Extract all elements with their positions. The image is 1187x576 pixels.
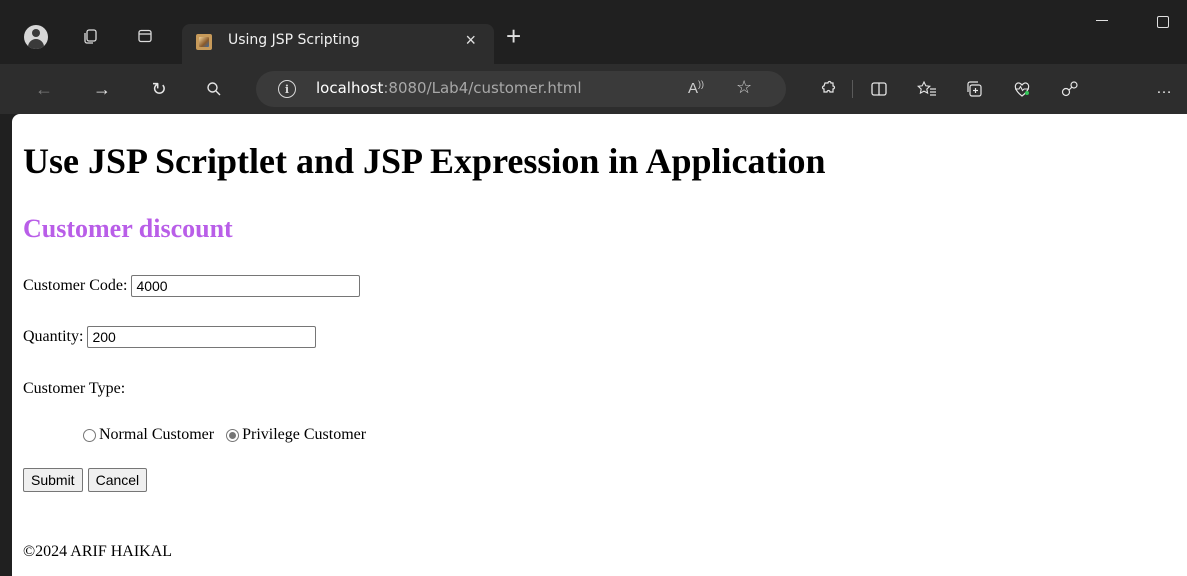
window-maximize-button[interactable] [1157, 16, 1169, 28]
new-tab-button[interactable]: + [506, 22, 521, 50]
page-content: Use JSP Scriptlet and JSP Expression in … [12, 114, 1187, 576]
favorite-star-icon[interactable]: ☆ [736, 77, 752, 98]
collections-icon[interactable] [960, 75, 988, 103]
profile-avatar-icon[interactable] [24, 25, 48, 49]
copilot-icon[interactable] [1056, 75, 1084, 103]
quantity-row: Quantity: [23, 326, 317, 348]
form-buttons: Submit Cancel [23, 468, 152, 492]
favorites-icon[interactable] [913, 75, 941, 103]
quantity-input[interactable] [87, 326, 317, 348]
browser-toolbar: ← → ↻ i localhost:8080/Lab4/customer.htm… [0, 64, 1187, 114]
more-options-icon[interactable]: … [1150, 75, 1178, 103]
url-text[interactable]: localhost:8080/Lab4/customer.html [316, 79, 582, 97]
back-icon[interactable]: ← [30, 75, 58, 103]
tab-favicon-icon [196, 34, 212, 50]
customer-code-label: Customer Code: [23, 277, 128, 294]
address-bar[interactable]: i localhost:8080/Lab4/customer.html A)) … [256, 71, 786, 107]
page-title: Use JSP Scriptlet and JSP Expression in … [23, 141, 826, 181]
browser-titlebar: Using JSP Scripting × + [0, 0, 1187, 64]
extensions-icon[interactable] [814, 75, 842, 103]
tab-close-icon[interactable]: × [465, 30, 476, 51]
radio-normal-customer[interactable] [83, 428, 96, 442]
radio-privilege-customer-label[interactable]: Privilege Customer [242, 426, 366, 444]
tab-actions-icon[interactable] [131, 22, 159, 50]
cancel-button[interactable]: Cancel [87, 468, 148, 492]
forward-icon[interactable]: → [88, 75, 116, 103]
quantity-label: Quantity: [23, 328, 84, 345]
customer-type-label: Customer Type: [23, 380, 126, 397]
tab-title: Using JSP Scripting [228, 32, 360, 48]
read-aloud-icon[interactable]: A)) [688, 79, 704, 97]
split-screen-icon[interactable] [865, 75, 893, 103]
customer-type-radio-group: Normal Customer Privilege Customer [83, 426, 366, 444]
radio-privilege-customer[interactable] [226, 428, 240, 442]
footer-copyright: ©2024 ARIF HAIKAL [23, 543, 173, 560]
browser-essentials-icon[interactable] [1008, 75, 1036, 103]
window-minimize-button[interactable] [1096, 20, 1108, 21]
tab-active[interactable]: Using JSP Scripting × [182, 24, 494, 64]
page-viewport: Use JSP Scriptlet and JSP Expression in … [12, 114, 1187, 576]
page-subtitle: Customer discount [23, 214, 233, 243]
site-info-icon[interactable]: i [278, 80, 296, 98]
customer-code-row: Customer Code: [23, 275, 361, 297]
search-icon[interactable] [200, 75, 228, 103]
customer-code-input[interactable] [131, 275, 361, 297]
radio-normal-customer-label[interactable]: Normal Customer [99, 426, 214, 444]
workspaces-icon[interactable] [77, 22, 105, 50]
submit-button[interactable]: Submit [23, 468, 83, 492]
toolbar-divider [852, 80, 853, 98]
refresh-icon[interactable]: ↻ [145, 75, 173, 103]
